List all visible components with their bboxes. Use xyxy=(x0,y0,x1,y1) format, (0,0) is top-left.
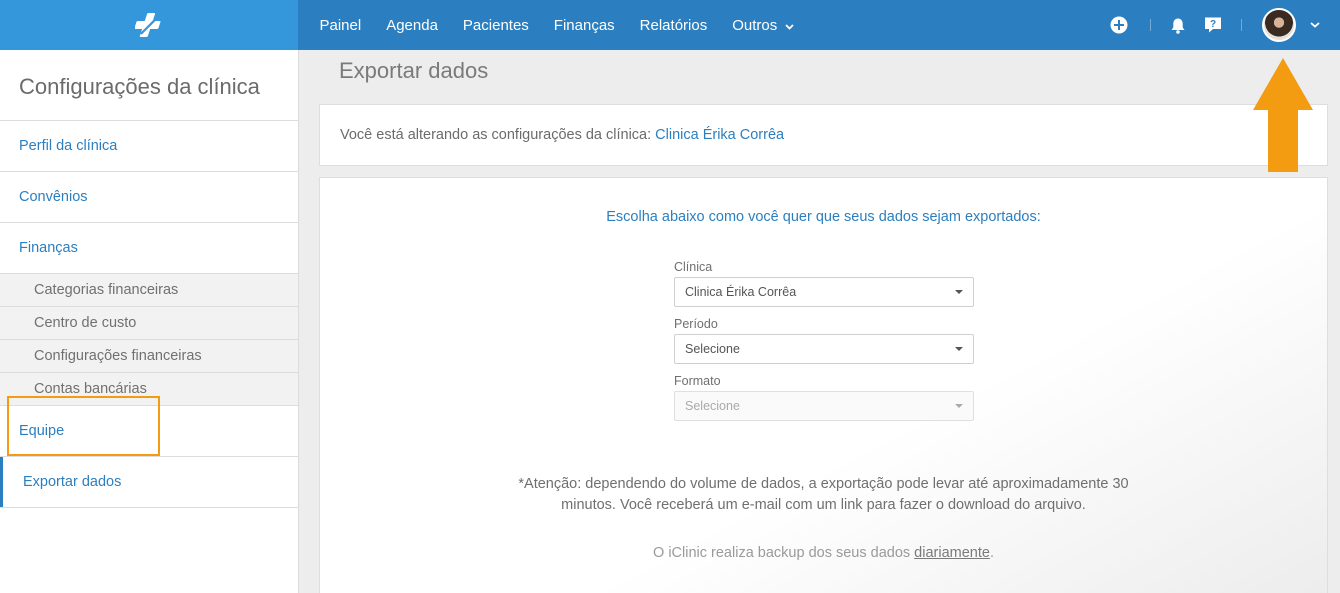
backup-link[interactable]: diariamente xyxy=(914,545,990,561)
plus-circle-icon xyxy=(1110,16,1128,34)
notifications-button[interactable] xyxy=(1170,17,1186,34)
sidebar-item-label: Finanças xyxy=(19,240,78,256)
caret-down-icon xyxy=(955,290,963,294)
sidebar-item-label: Configurações financeiras xyxy=(34,348,202,364)
sidebar-subitem-centro-de-custo[interactable]: Centro de custo xyxy=(0,307,298,340)
chevron-down-icon xyxy=(1310,22,1320,28)
sidebar-item-exportar-dados[interactable]: Exportar dados xyxy=(0,457,298,508)
help-icon: ? xyxy=(1205,17,1221,33)
caret-down-icon xyxy=(955,404,963,408)
formato-select: Selecione xyxy=(674,391,974,421)
sidebar-subitem-categorias-financeiras[interactable]: Categorias financeiras xyxy=(0,274,298,307)
top-actions: ? xyxy=(1110,0,1340,50)
sidebar-item-label: Convênios xyxy=(19,189,88,205)
export-time-note: *Atenção: dependendo do volume de dados,… xyxy=(320,474,1327,516)
annotation-arrow-icon xyxy=(1253,58,1313,172)
formato-select-value: Selecione xyxy=(685,399,740,413)
clinica-select[interactable]: Clinica Érika Corrêa xyxy=(674,277,974,307)
sidebar-item-financas[interactable]: Finanças xyxy=(0,223,298,274)
sidebar-item-convenios[interactable]: Convênios xyxy=(0,172,298,223)
sidebar-item-label: Equipe xyxy=(19,423,65,439)
backup-suffix: . xyxy=(989,545,994,561)
bell-icon xyxy=(1171,18,1185,34)
periodo-select[interactable]: Selecione xyxy=(674,334,974,364)
settings-sidebar: Configurações da clínica Perfil da clíni… xyxy=(0,50,299,593)
nav-agenda-label: Agenda xyxy=(386,16,438,34)
sidebar-title: Configurações da clínica xyxy=(0,50,298,121)
nav-painel-label: Painel xyxy=(319,16,362,34)
sidebar-item-equipe[interactable]: Equipe xyxy=(0,406,298,457)
clinica-label: Clínica xyxy=(674,260,713,274)
add-button[interactable] xyxy=(1110,16,1128,34)
clinic-name: Clinica Érika Corrêa xyxy=(655,127,785,143)
note-line-2: minutos. Você receberá um e-mail com um … xyxy=(561,497,1086,513)
sidebar-item-perfil-da-clinica[interactable]: Perfil da clínica xyxy=(0,121,298,172)
nav-financas[interactable]: Finanças xyxy=(541,17,627,34)
backup-info: O iClinic realiza backup dos seus dados … xyxy=(320,545,1327,561)
nav-relatorios-label: Relatórios xyxy=(639,16,708,34)
note-line-1: *Atenção: dependendo do volume de dados,… xyxy=(518,476,1129,492)
chevron-down-icon xyxy=(785,17,794,34)
divider xyxy=(1150,19,1151,31)
svg-text:?: ? xyxy=(1210,19,1216,30)
nav-painel[interactable]: Painel xyxy=(307,17,374,34)
formato-label: Formato xyxy=(674,374,721,388)
sidebar-item-label: Exportar dados xyxy=(23,474,122,490)
nav-agenda[interactable]: Agenda xyxy=(374,17,451,34)
sidebar-subitem-contas-bancarias[interactable]: Contas bancárias xyxy=(0,373,298,406)
main-nav: Painel Agenda Pacientes Finanças Relatór… xyxy=(307,0,807,50)
page-title: Exportar dados xyxy=(339,58,489,83)
nav-pacientes[interactable]: Pacientes xyxy=(450,17,541,34)
export-form: Clínica Clinica Érika Corrêa Período Sel… xyxy=(674,260,974,431)
sidebar-item-label: Contas bancárias xyxy=(34,381,147,397)
caret-down-icon xyxy=(955,347,963,351)
iclinic-cross-logo-icon xyxy=(135,13,161,37)
help-button[interactable]: ? xyxy=(1204,16,1222,34)
backup-prefix: O iClinic realiza backup dos seus dados xyxy=(653,545,915,561)
clinic-notice-label: Você está alterando as configurações da … xyxy=(340,127,652,143)
top-navbar: Painel Agenda Pacientes Finanças Relatór… xyxy=(0,0,1340,50)
clinic-notice-card: Você está alterando as configurações da … xyxy=(319,104,1328,166)
nav-relatorios[interactable]: Relatórios xyxy=(627,17,720,34)
sidebar-item-label: Categorias financeiras xyxy=(34,282,179,298)
nav-pacientes-label: Pacientes xyxy=(462,16,529,34)
export-intro: Escolha abaixo como você quer que seus d… xyxy=(606,209,1041,225)
periodo-label: Período xyxy=(674,317,718,331)
clinica-select-value: Clinica Érika Corrêa xyxy=(685,285,797,299)
divider xyxy=(1241,19,1242,31)
nav-outros-label: Outros xyxy=(732,16,778,34)
nav-financas-label: Finanças xyxy=(553,16,615,34)
sidebar-item-label: Centro de custo xyxy=(34,315,137,331)
user-menu-toggle[interactable] xyxy=(1310,22,1320,28)
periodo-select-value: Selecione xyxy=(685,342,740,356)
sidebar-item-label: Perfil da clínica xyxy=(19,138,118,154)
nav-outros[interactable]: Outros xyxy=(720,17,807,34)
sidebar-subitem-configuracoes-financeiras[interactable]: Configurações financeiras xyxy=(0,340,298,373)
export-card: Escolha abaixo como você quer que seus d… xyxy=(319,177,1328,593)
avatar[interactable] xyxy=(1262,8,1296,42)
logo[interactable] xyxy=(0,0,298,50)
